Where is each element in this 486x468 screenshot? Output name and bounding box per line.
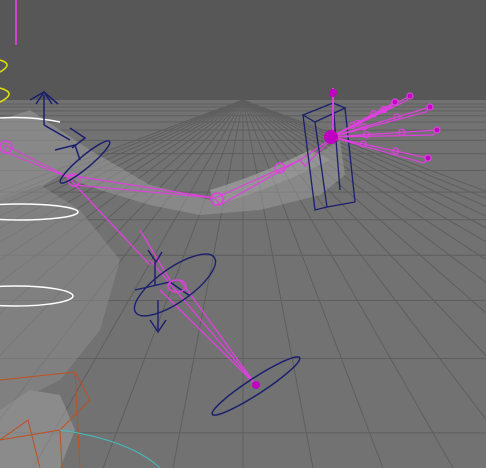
finger-joint[interactable] bbox=[433, 126, 441, 134]
3d-viewport[interactable] bbox=[0, 0, 486, 468]
sky-background bbox=[0, 0, 486, 105]
wrist-joint-selected[interactable] bbox=[324, 130, 338, 144]
ik-end-joint[interactable] bbox=[252, 381, 260, 389]
viewport-canvas[interactable] bbox=[0, 0, 486, 468]
finger-joint[interactable] bbox=[391, 98, 399, 106]
wrist-up-handle-tip[interactable] bbox=[329, 89, 337, 97]
finger-joint[interactable] bbox=[426, 103, 434, 111]
finger-joint[interactable] bbox=[424, 154, 432, 162]
finger-joint[interactable] bbox=[406, 92, 414, 100]
